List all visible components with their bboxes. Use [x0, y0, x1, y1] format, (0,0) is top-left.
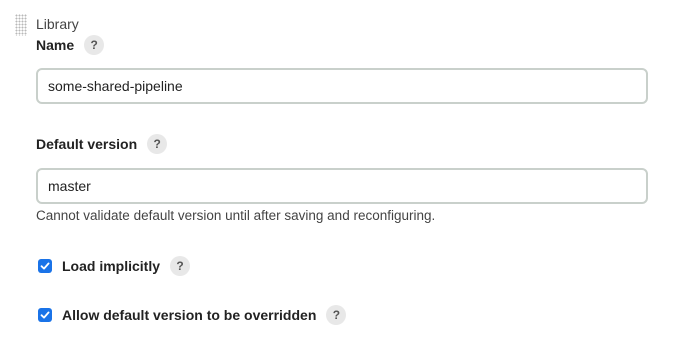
default-version-label: Default version — [36, 136, 138, 152]
checkmark-icon — [40, 262, 50, 270]
checkmark-icon — [40, 311, 50, 319]
load-implicitly-checkbox[interactable] — [38, 259, 52, 273]
load-implicitly-label[interactable]: Load implicitly — [62, 258, 160, 274]
drag-handle-icon[interactable] — [15, 14, 27, 36]
allow-override-label[interactable]: Allow default version to be overridden — [62, 307, 316, 323]
allow-override-row: Allow default version to be overridden ? — [38, 305, 347, 325]
default-version-hint: Cannot validate default version until af… — [36, 208, 436, 223]
name-label-row: Name ? — [36, 35, 105, 55]
name-help-icon[interactable]: ? — [84, 35, 105, 55]
section-title: Library — [36, 16, 79, 32]
default-version-help-icon[interactable]: ? — [147, 134, 168, 154]
allow-override-checkbox[interactable] — [38, 308, 52, 322]
default-version-input[interactable] — [36, 168, 648, 204]
allow-override-help-icon[interactable]: ? — [326, 305, 347, 325]
load-implicitly-row: Load implicitly ? — [38, 256, 191, 276]
name-input[interactable] — [36, 68, 648, 104]
load-implicitly-help-icon[interactable]: ? — [170, 256, 191, 276]
default-version-label-row: Default version ? — [36, 134, 168, 154]
name-label: Name — [36, 37, 75, 53]
